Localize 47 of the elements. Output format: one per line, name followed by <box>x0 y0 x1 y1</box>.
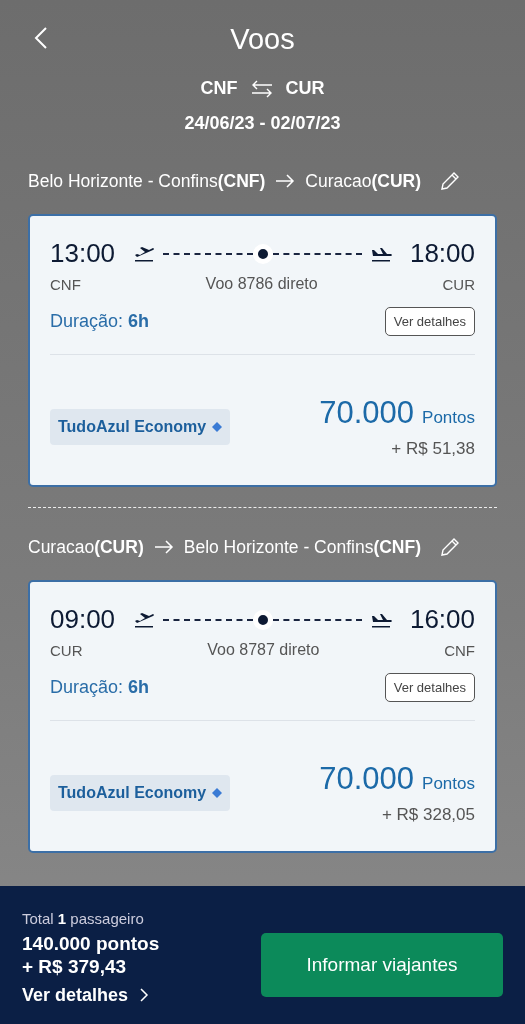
fare-class-tag: TudoAzul Economy <box>50 775 231 811</box>
chevron-right-icon <box>140 988 150 1003</box>
arrival-time: 18:00 <box>409 238 475 269</box>
cash-price: + R$ 328,05 <box>381 805 475 825</box>
flight-info: Voo 8787 direto <box>207 641 320 659</box>
stop-dot <box>252 609 273 630</box>
destination-city: Curacao(CUR) <box>305 170 422 192</box>
continue-button[interactable]: Informar viajantes <box>261 933 503 997</box>
origin-code: CNF <box>200 78 238 99</box>
round-trip-icon <box>249 79 274 98</box>
trip-dates: 24/06/23 - 02/07/23 <box>183 113 342 134</box>
arrival-time: 16:00 <box>409 604 475 635</box>
arrival-code: CUR <box>442 275 475 293</box>
arrow-right-icon <box>153 540 174 554</box>
total-points: 140.000 pontos <box>22 933 160 956</box>
details-button[interactable]: Ver detalhes <box>384 307 475 336</box>
origin-city: Curacao(CUR) <box>28 536 144 558</box>
flight-card[interactable]: 13:00 18:00 CNF Voo 8786 direto CUR Duração: 6h Ver detalhes TudoAzul Economy 70.000 Pontos + R$ 51,38 <box>28 214 497 487</box>
duration: Duração: 6h <box>50 677 150 698</box>
fare-class-tag: TudoAzul Economy <box>50 409 231 445</box>
points-unit: Pontos <box>422 774 475 794</box>
origin-city: Belo Horizonte - Confins(CNF) <box>28 170 266 192</box>
takeoff-plane-icon <box>133 610 156 629</box>
points-price: 70.000 <box>319 761 415 797</box>
diamond-icon <box>212 788 223 798</box>
points-price: 70.000 <box>319 395 415 431</box>
details-button[interactable]: Ver detalhes <box>384 673 475 702</box>
cash-price: + R$ 51,38 <box>391 439 475 459</box>
stop-dot <box>252 243 273 264</box>
destination-city: Belo Horizonte - Confins(CNF) <box>183 536 422 558</box>
total-cash: + R$ 379,43 <box>22 955 128 979</box>
departure-code: CNF <box>50 275 81 293</box>
flight-info: Voo 8786 direto <box>205 275 318 293</box>
destination-code: CUR <box>285 78 325 99</box>
departure-time: 09:00 <box>50 604 116 635</box>
page-title: Voos <box>230 22 295 56</box>
details-link[interactable]: Ver detalhes <box>22 984 160 1006</box>
flight-card[interactable]: 09:00 16:00 CUR Voo 8787 direto CNF Duração: 6h Ver detalhes TudoAzul Economy 70.000 Pontos + R$ 328,05 <box>28 580 497 853</box>
departure-time: 13:00 <box>50 238 116 269</box>
arrival-code: CNF <box>444 641 475 659</box>
passenger-count: Total 1 passageiro <box>22 910 145 927</box>
diamond-icon <box>212 422 223 432</box>
duration: Duração: 6h <box>50 311 150 332</box>
points-unit: Pontos <box>422 408 475 428</box>
departure-code: CUR <box>50 641 83 659</box>
takeoff-plane-icon <box>133 244 156 263</box>
arrow-right-icon <box>275 174 296 188</box>
